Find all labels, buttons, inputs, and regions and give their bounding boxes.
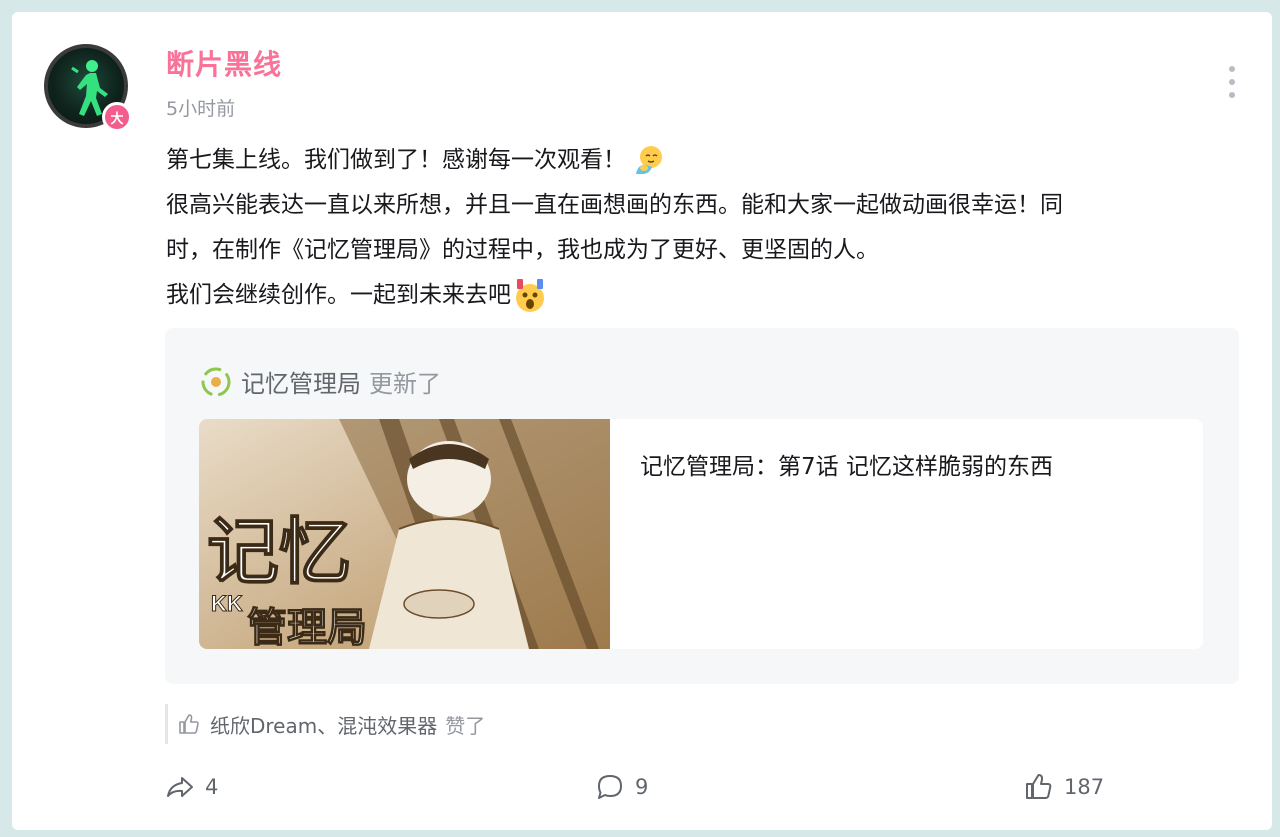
likes-summary: 纸欣Dream、混沌效果器 赞了 bbox=[165, 704, 485, 744]
recycle-icon bbox=[201, 367, 231, 396]
video-thumbnail[interactable]: 记忆 KK 管理局 bbox=[199, 419, 610, 649]
repost-block[interactable]: 记忆管理局 更新了 记忆 KK 管理局 记忆管理局：第7话 记忆这样脆弱的东西 bbox=[165, 328, 1239, 684]
thumb-title-top: 记忆 bbox=[207, 513, 351, 593]
author-name[interactable]: 断片黑线 bbox=[166, 43, 282, 83]
post-content: 第七集上线。我们做到了！感谢每一次观看！ 很高兴能表达一直以来所想，并且一直在画… bbox=[166, 138, 1206, 318]
shocked-emoji-icon bbox=[516, 278, 544, 312]
post-line: 时，在制作《记忆管理局》的过程中，我也成为了更好、更坚固的人。 bbox=[166, 237, 879, 263]
vip-badge: 大 bbox=[102, 102, 132, 132]
comment-count: 9 bbox=[635, 775, 649, 799]
like-count: 187 bbox=[1064, 775, 1105, 799]
repost-action-text: 更新了 bbox=[369, 370, 441, 398]
thumb-tag: KK bbox=[211, 591, 243, 616]
share-count: 4 bbox=[205, 775, 219, 799]
repost-header: 记忆管理局 更新了 bbox=[201, 364, 441, 399]
liker-names[interactable]: 纸欣Dream、混沌效果器 bbox=[210, 710, 437, 739]
post-line: 我们会继续创作。一起到未来去吧 bbox=[166, 273, 1206, 318]
repost-source-name[interactable]: 记忆管理局 bbox=[241, 364, 361, 399]
share-icon bbox=[167, 777, 193, 797]
video-title[interactable]: 记忆管理局：第7话 记忆这样脆弱的东西 bbox=[640, 447, 1053, 481]
thumbs-up-icon bbox=[179, 714, 199, 734]
hug-emoji-icon bbox=[636, 145, 662, 174]
more-icon[interactable] bbox=[1220, 64, 1244, 100]
comment-icon bbox=[598, 775, 622, 799]
like-button[interactable]: 187 bbox=[1024, 772, 1104, 802]
post-card: 大 断片黑线 5小时前 第七集上线。我们做到了！感谢每一次观看！ 很高兴能表达一… bbox=[12, 12, 1272, 830]
avatar[interactable]: 大 bbox=[44, 44, 132, 132]
video-card[interactable]: 记忆 KK 管理局 记忆管理局：第7话 记忆这样脆弱的东西 bbox=[199, 419, 1203, 649]
share-button[interactable]: 4 bbox=[165, 772, 218, 802]
comment-button[interactable]: 9 bbox=[595, 772, 648, 802]
post-line: 第七集上线。我们做到了！感谢每一次观看！ bbox=[166, 138, 1206, 183]
thumb-title-bottom: 管理局 bbox=[247, 606, 367, 649]
post-time: 5小时前 bbox=[166, 98, 236, 120]
liked-suffix: 赞了 bbox=[445, 713, 486, 738]
like-icon bbox=[1026, 774, 1052, 799]
post-line: 很高兴能表达一直以来所想，并且一直在画想画的东西。能和大家一起做动画很幸运！同 bbox=[166, 192, 1063, 218]
